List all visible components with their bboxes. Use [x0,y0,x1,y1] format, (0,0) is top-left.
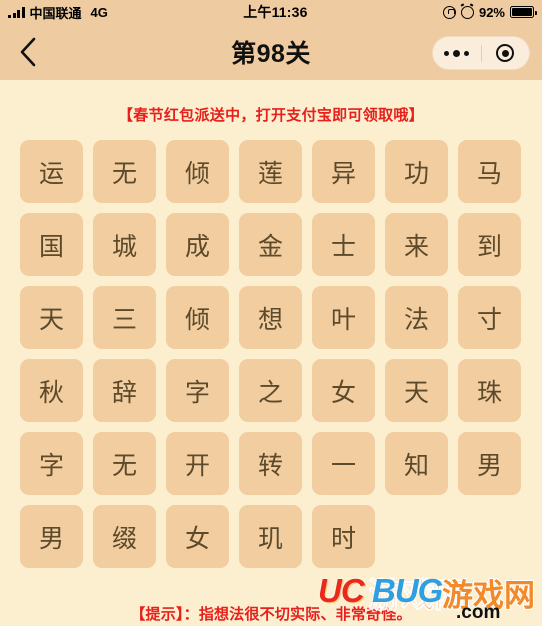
navigation-bar: 第98关 [0,24,542,80]
character-tile[interactable]: 男 [458,432,521,495]
character-tile[interactable]: 金 [239,213,302,276]
promo-banner[interactable]: 【春节红包派送中，打开支付宝即可领取哦】 [0,104,542,125]
character-tile[interactable]: 无 [93,140,156,203]
network-type-label: 4G [90,4,108,20]
alarm-clock-icon [460,5,474,19]
rotation-lock-icon [442,5,456,19]
carrier-label: 中国联通 [29,5,82,21]
character-tile[interactable]: 开 [166,432,229,495]
more-button[interactable] [433,49,481,57]
character-tile[interactable]: 倾 [166,286,229,349]
character-tile[interactable]: 莲 [239,140,302,203]
close-miniprogram-button[interactable] [481,44,529,62]
character-tile[interactable]: 女 [166,505,229,568]
status-bar-left: 中国联通 4G [8,3,108,22]
character-tile[interactable]: 玑 [239,505,302,568]
character-tile[interactable]: 士 [312,213,375,276]
character-tile[interactable]: 成 [166,213,229,276]
character-tile[interactable]: 字 [166,359,229,422]
character-tile[interactable]: 来 [385,213,448,276]
character-tile[interactable]: 缀 [93,505,156,568]
character-tile[interactable]: 运 [20,140,83,203]
hint-text: 【提示】：指想法很不切实际、非常奇怪。 [130,606,412,623]
character-tile[interactable]: 男 [20,505,83,568]
character-tile[interactable]: 法 [385,286,448,349]
character-tile[interactable]: 知 [385,432,448,495]
character-tile[interactable]: 天 [20,286,83,349]
signal-bars-icon [8,6,25,18]
character-tile[interactable]: 功 [385,140,448,203]
character-tile[interactable]: 秋 [20,359,83,422]
status-bar-right: 92% [442,4,537,20]
character-tile[interactable]: 马 [458,140,521,203]
character-tile[interactable]: 到 [458,213,521,276]
character-tile[interactable]: 三 [93,286,156,349]
character-tile[interactable]: 辞 [93,359,156,422]
target-circle-icon [496,44,515,62]
character-tile[interactable]: 寸 [458,286,521,349]
character-tile[interactable]: 异 [312,140,375,203]
character-tile[interactable]: 时 [312,505,375,568]
character-tile[interactable]: 转 [239,432,302,495]
character-tile[interactable]: 无 [93,432,156,495]
character-tile[interactable]: 国 [20,213,83,276]
character-tile[interactable]: 城 [93,213,156,276]
character-tile[interactable]: 之 [239,359,302,422]
mini-program-screen: 中国联通 4G 上午11:36 92% 第98关 【春节红包派送中，打开支付宝即… [0,0,542,626]
character-tile[interactable]: 字 [20,432,83,495]
miniprogram-capsule[interactable] [432,36,530,70]
character-tile[interactable]: 女 [312,359,375,422]
character-tile[interactable]: 想 [239,286,302,349]
more-dots-icon [444,49,470,57]
status-bar-clock: 上午11:36 [243,4,308,20]
character-tile[interactable]: 一 [312,432,375,495]
character-tile[interactable]: 天 [385,359,448,422]
character-grid: 运无倾莲异功马国城成金士来到天三倾想叶法寸秋辞字之女天珠字无开转一知男男缀女玑时 [20,140,522,568]
character-tile[interactable]: 叶 [312,286,375,349]
battery-full-icon [510,6,537,18]
character-tile[interactable]: 倾 [166,140,229,203]
battery-percent-label: 92% [478,4,505,20]
character-tile[interactable]: 珠 [458,359,521,422]
status-bar: 中国联通 4G 上午11:36 92% [0,0,542,24]
